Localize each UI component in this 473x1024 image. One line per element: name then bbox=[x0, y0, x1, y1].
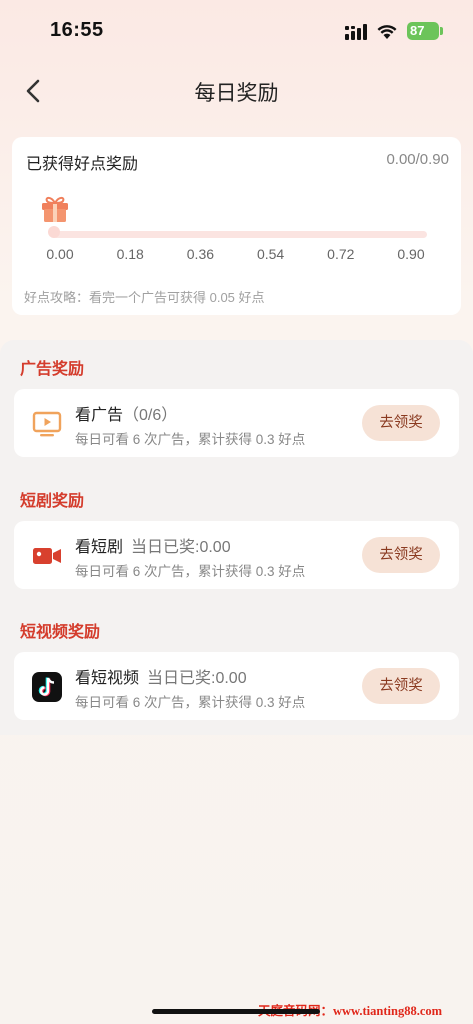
task-card-short-drama: 看短剧 当日已奖:0.00 每日可看 6 次广告，累计获得 0.3 好点 去领奖 bbox=[14, 521, 459, 589]
task-label: 看广告 bbox=[75, 407, 124, 424]
tv-play-icon bbox=[32, 411, 62, 437]
progress-tick-label: 0.36 bbox=[186, 246, 215, 262]
task-desc: 每日可看 6 次广告，累计获得 0.3 好点 bbox=[75, 564, 306, 579]
summary-tip: 好点攻略：看完一个广告可获得 0.05 好点 bbox=[24, 290, 265, 305]
wifi-icon bbox=[377, 25, 397, 39]
video-camera-icon bbox=[33, 548, 61, 564]
summary-title: 已获得好点奖励 bbox=[26, 156, 139, 173]
task-status: 当日已奖:0.00 bbox=[147, 670, 247, 687]
status-time: 16:55 bbox=[50, 19, 104, 41]
nav-bar: 每日奖励 bbox=[0, 66, 473, 116]
battery-indicator: 87 bbox=[407, 22, 439, 40]
tiktok-icon bbox=[32, 672, 62, 702]
reward-summary-card: 已获得好点奖励 0.00/0.90 0.00 0.18 0.36 0.54 0.72 0.… bbox=[12, 137, 461, 315]
progress-dot bbox=[48, 226, 60, 238]
task-name-ads: 看广告（0/6） bbox=[75, 401, 177, 425]
task-status: 当日已奖:0.00 bbox=[131, 539, 231, 556]
task-card-ads: 看广告（0/6） 每日可看 6 次广告，累计获得 0.3 好点 去领奖 bbox=[14, 389, 459, 457]
task-desc: 每日可看 6 次广告，累计获得 0.3 好点 bbox=[75, 695, 306, 710]
section-title-short-drama: 短剧奖励 bbox=[20, 493, 85, 510]
progress-tick-label: 0.90 bbox=[397, 246, 425, 262]
task-desc: 每日可看 6 次广告，累计获得 0.3 好点 bbox=[75, 432, 306, 447]
task-name-short-drama: 看短剧 当日已奖:0.00 bbox=[75, 533, 231, 557]
progress-tick-label: 0.00 bbox=[46, 246, 74, 262]
progress-track bbox=[53, 231, 427, 238]
progress-tick-label: 0.54 bbox=[256, 246, 285, 262]
claim-button-short-video[interactable]: 去领奖 bbox=[362, 668, 440, 704]
section-title-ads: 广告奖励 bbox=[20, 361, 85, 378]
task-label: 看短剧 bbox=[75, 539, 124, 556]
page-title: 每日奖励 bbox=[194, 82, 279, 105]
progress-tick-label: 0.18 bbox=[116, 246, 144, 262]
task-card-short-video: 看短视频 当日已奖:0.00 每日可看 6 次广告，累计获得 0.3 好点 去领奖 bbox=[14, 652, 459, 720]
section-title-short-video: 短视频奖励 bbox=[20, 624, 101, 641]
battery-tip bbox=[440, 27, 443, 35]
task-label: 看短视频 bbox=[75, 670, 140, 687]
status-bar: 16:55 87 bbox=[0, 0, 473, 60]
gift-icon bbox=[42, 196, 68, 222]
task-status: （0/6） bbox=[123, 407, 178, 424]
cellular-signal-icon bbox=[345, 24, 367, 40]
task-name-short-video: 看短视频 当日已奖:0.00 bbox=[75, 664, 247, 688]
summary-value: 0.00/0.90 bbox=[386, 151, 449, 168]
progress-tick-label: 0.72 bbox=[327, 246, 355, 262]
claim-button-ads[interactable]: 去领奖 bbox=[362, 405, 440, 441]
battery-level: 87 bbox=[410, 23, 425, 38]
home-indicator[interactable] bbox=[152, 1009, 320, 1014]
claim-button-short-drama[interactable]: 去领奖 bbox=[362, 537, 440, 573]
